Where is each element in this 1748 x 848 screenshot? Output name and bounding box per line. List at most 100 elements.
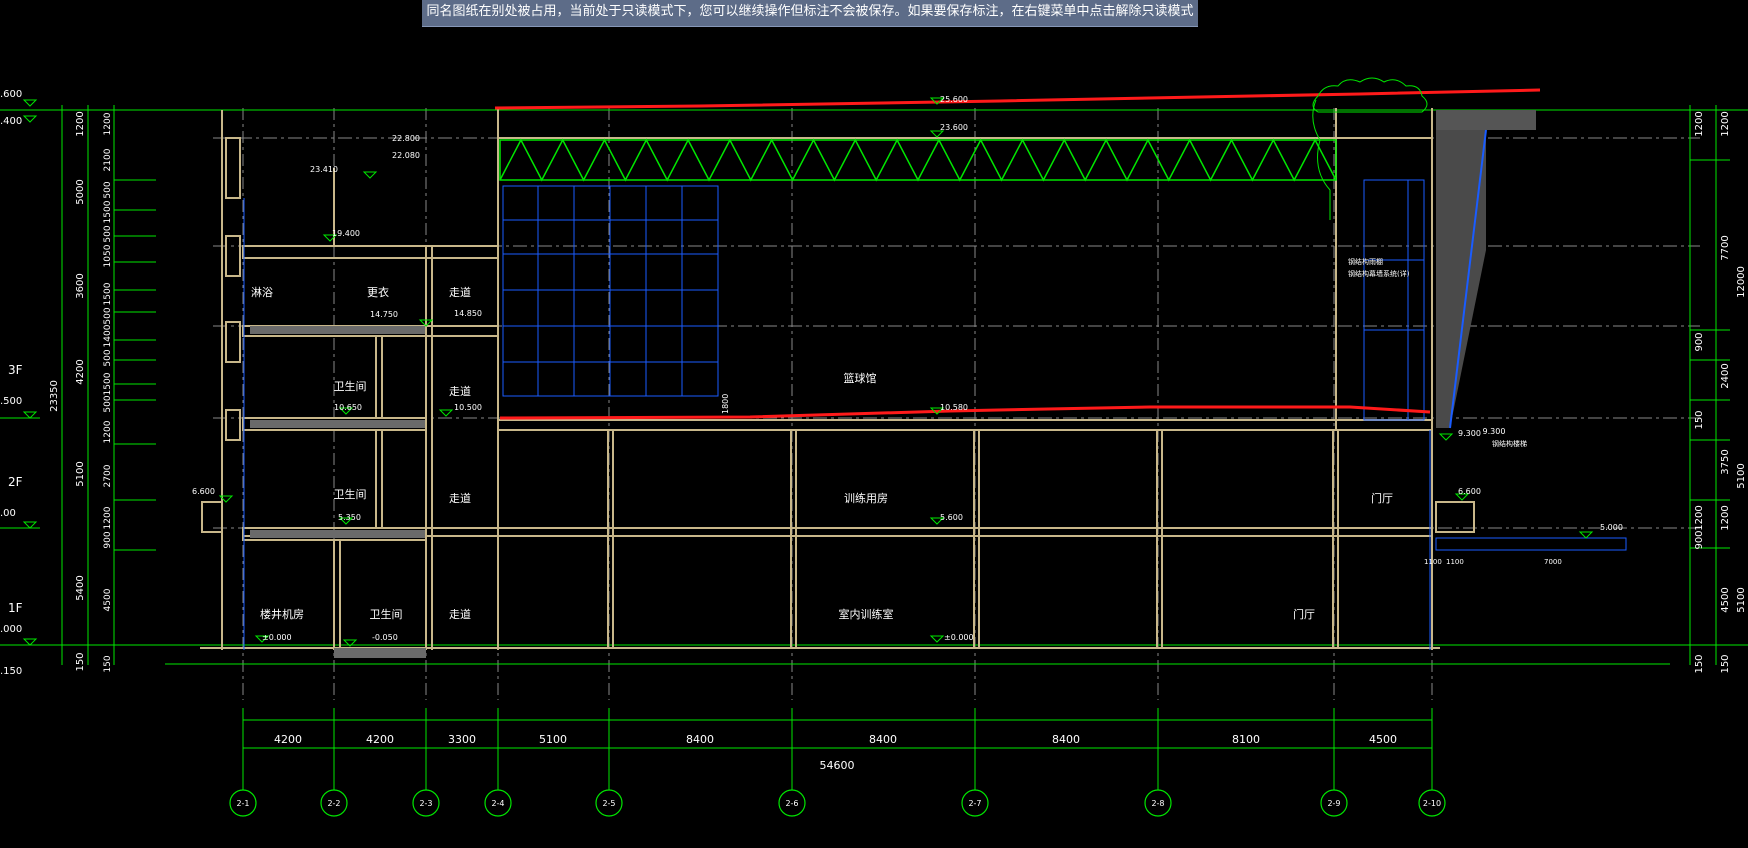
svg-text:.00: .00 xyxy=(0,508,16,519)
svg-text:5.600: 5.600 xyxy=(940,513,963,522)
room-label: 走道 xyxy=(449,384,471,398)
svg-text:.150: .150 xyxy=(0,666,22,677)
room-label: 篮球馆 xyxy=(844,371,877,385)
svg-text:1200: 1200 xyxy=(103,112,113,135)
svg-text:10.500: 10.500 xyxy=(454,403,482,412)
brick-facade xyxy=(1436,110,1536,429)
svg-text:.000: .000 xyxy=(0,624,22,635)
room-label: 走道 xyxy=(449,285,471,299)
room-label: 门厅 xyxy=(1293,607,1315,621)
svg-text:900: 900 xyxy=(103,531,113,548)
svg-text:6.600: 6.600 xyxy=(192,487,215,496)
svg-text:1200: 1200 xyxy=(1694,505,1705,530)
svg-text:.500: .500 xyxy=(0,396,22,407)
span-dim: 8400 xyxy=(869,733,897,746)
svg-text:22.800: 22.800 xyxy=(392,134,420,143)
span-dim: 8400 xyxy=(1052,733,1080,746)
room-label: 楼井机房 xyxy=(260,607,304,621)
grid-bubbles xyxy=(229,789,1446,817)
room-label: 走道 xyxy=(449,491,471,505)
room-label: 训练用房 xyxy=(844,491,888,505)
svg-text:5400: 5400 xyxy=(75,575,86,600)
left-total: 23350 xyxy=(49,380,60,412)
svg-text:23.600: 23.600 xyxy=(940,123,968,132)
truss-web xyxy=(499,138,1337,182)
svg-text:25.600: 25.600 xyxy=(940,95,968,104)
svg-text:23.410: 23.410 xyxy=(310,165,338,174)
svg-text:9.300: 9.300 xyxy=(1458,429,1481,438)
svg-text:500: 500 xyxy=(103,349,113,366)
span-dim: 4200 xyxy=(366,733,394,746)
svg-text:1400: 1400 xyxy=(103,324,113,347)
span-dim: 4200 xyxy=(274,733,302,746)
total-span: 54600 xyxy=(820,759,855,772)
svg-text:7700: 7700 xyxy=(1720,235,1731,260)
svg-text:4500: 4500 xyxy=(1720,587,1731,612)
span-dim: 5100 xyxy=(539,733,567,746)
svg-text:-0.050: -0.050 xyxy=(372,633,398,642)
svg-text:5.350: 5.350 xyxy=(338,513,361,522)
section-drawing[interactable]: 2-1 2-2 2-3 2-4 2-5 2-6 2-7 2-8 2-9 2-10… xyxy=(0,0,1748,848)
svg-text:1500: 1500 xyxy=(103,372,113,395)
svg-text:1200: 1200 xyxy=(103,420,113,443)
svg-text:500: 500 xyxy=(103,395,113,412)
svg-text:±0.000: ±0.000 xyxy=(262,633,292,642)
svg-text:2700: 2700 xyxy=(103,464,113,487)
svg-text:1200: 1200 xyxy=(1720,505,1731,530)
span-dim: 8400 xyxy=(686,733,714,746)
svg-text:2400: 2400 xyxy=(1720,363,1731,388)
svg-text:22.080: 22.080 xyxy=(392,151,420,160)
svg-text:3600: 3600 xyxy=(75,273,86,298)
svg-text:1500: 1500 xyxy=(103,282,113,305)
svg-text:12000: 12000 xyxy=(1736,266,1747,298)
grid-label: 2-9 xyxy=(1327,799,1340,808)
roof-truss xyxy=(499,138,1337,182)
svg-text:1050: 1050 xyxy=(103,244,113,267)
grid-label: 2-6 xyxy=(785,799,798,808)
svg-text:14.850: 14.850 xyxy=(454,309,482,318)
svg-text:900: 900 xyxy=(1694,332,1705,351)
svg-text:5100: 5100 xyxy=(1736,587,1747,612)
room-label: 门厅 xyxy=(1371,491,1393,505)
room-label: 卫生间 xyxy=(334,379,367,393)
grid-label: 2-4 xyxy=(491,799,504,808)
span-dim: 4500 xyxy=(1369,733,1397,746)
svg-text:6.600: 6.600 xyxy=(1458,487,1481,496)
svg-text:1200: 1200 xyxy=(75,111,86,136)
grid-label: 2-10 xyxy=(1423,799,1441,808)
svg-text:1800: 1800 xyxy=(721,394,730,414)
room-label: 卫生间 xyxy=(370,607,403,621)
svg-text:.600: .600 xyxy=(0,89,22,100)
room-label: 卫生间 xyxy=(334,487,367,501)
svg-text:4500: 4500 xyxy=(103,588,113,611)
svg-text:5100: 5100 xyxy=(1736,463,1747,488)
svg-text:9.300: 9.300 xyxy=(1483,427,1506,436)
svg-text:10.650: 10.650 xyxy=(334,403,362,412)
grid-axis-lines xyxy=(242,108,1433,700)
svg-text:150: 150 xyxy=(1694,410,1705,429)
glass-curtain xyxy=(243,179,1627,650)
svg-text:5100: 5100 xyxy=(75,461,86,486)
svg-text:150: 150 xyxy=(75,652,86,671)
svg-text:1100: 1100 xyxy=(1446,558,1464,566)
svg-text:150: 150 xyxy=(1694,654,1705,673)
svg-text:4200: 4200 xyxy=(75,359,86,384)
grid-label: 2-2 xyxy=(327,799,340,808)
svg-text:5000: 5000 xyxy=(75,179,86,204)
svg-text:1100: 1100 xyxy=(1424,558,1442,566)
svg-text:钢结构幕墙系统(详): 钢结构幕墙系统(详) xyxy=(1348,269,1410,278)
left-dims-outer: 1200 5000 3600 4200 5100 5400 150 23350 xyxy=(49,111,86,671)
svg-text:.400: .400 xyxy=(0,116,22,127)
grid-label: 2-7 xyxy=(968,799,981,808)
svg-text:900: 900 xyxy=(1694,530,1705,549)
svg-text:1500: 1500 xyxy=(103,200,113,223)
svg-text:钢结构雨棚: 钢结构雨棚 xyxy=(1348,257,1383,266)
svg-text:钢结构楼梯: 钢结构楼梯 xyxy=(1492,439,1527,448)
svg-text:500: 500 xyxy=(103,307,113,324)
span-dimensions: 4200 4200 3300 5100 8400 8400 8400 8100 … xyxy=(274,733,1397,772)
left-dims-inner: 1200 2100 500 1500 500 1050 1500 500 140… xyxy=(103,112,113,672)
svg-text:500: 500 xyxy=(103,181,113,198)
tree-symbol xyxy=(1312,77,1428,220)
right-dims: 1200 7700 2400 9.300 3750 1200 4500 150 … xyxy=(1483,111,1747,673)
svg-text:7000: 7000 xyxy=(1544,558,1562,566)
